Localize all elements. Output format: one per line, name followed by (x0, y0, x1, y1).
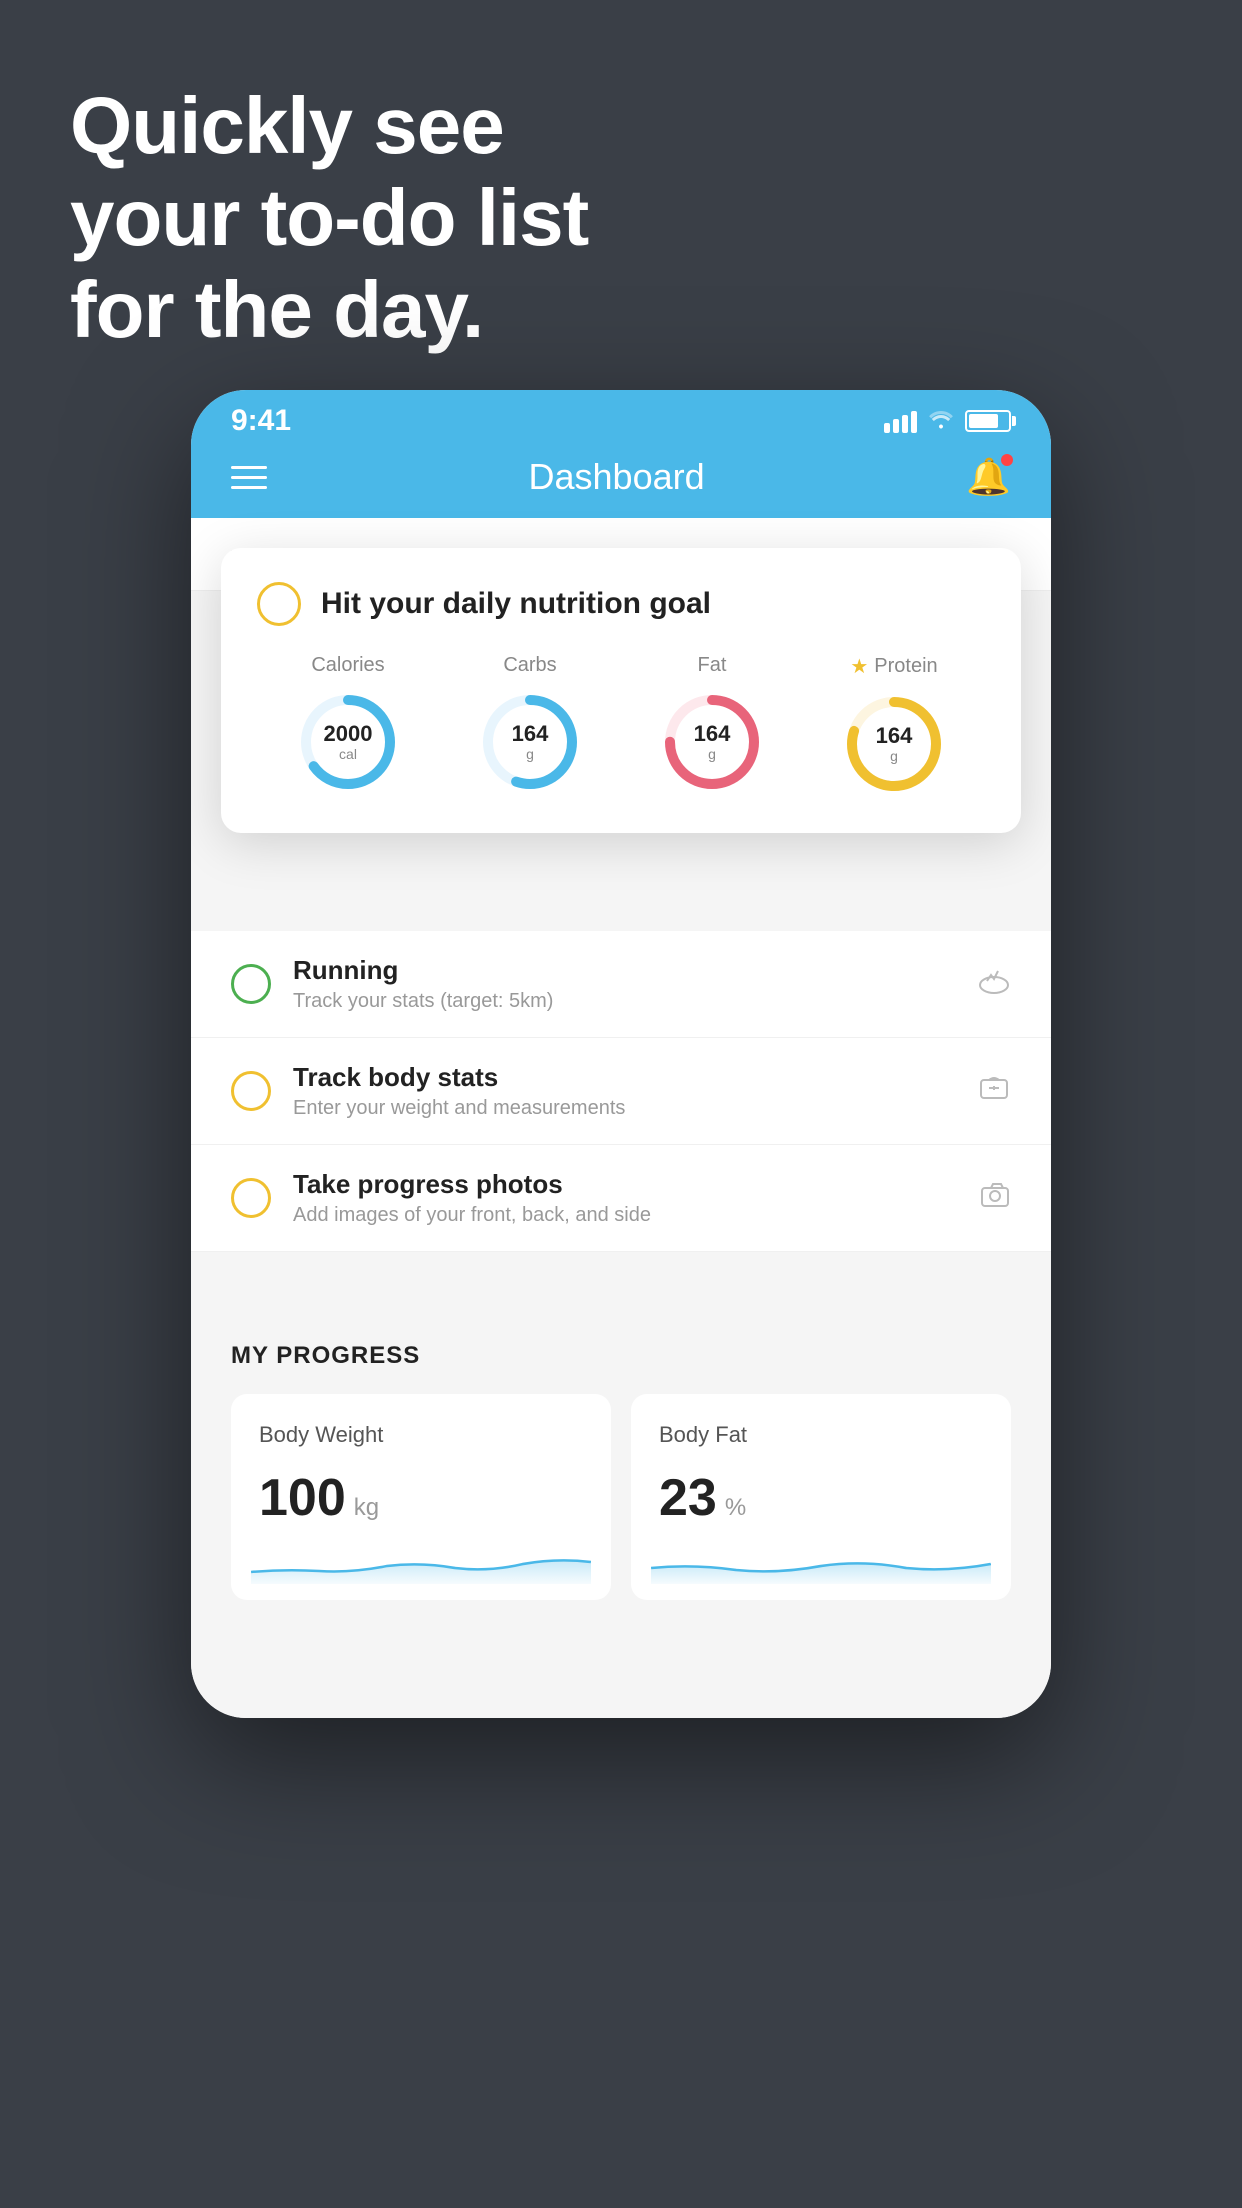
nutrition-checkbox[interactable] (257, 582, 301, 626)
body-fat-value: 23 % (659, 1468, 983, 1528)
protein-stat: ★ Protein 164 g (839, 654, 949, 799)
fat-label: Fat (698, 654, 727, 677)
todo-text-running: Running Track your stats (target: 5km) (293, 955, 955, 1013)
wifi-icon (927, 407, 955, 436)
status-bar: 9:41 (191, 390, 1051, 446)
protein-label: ★ Protein (850, 654, 937, 679)
body-weight-unit: kg (354, 1494, 379, 1522)
todo-text-track-body: Track body stats Enter your weight and m… (293, 1062, 955, 1120)
body-weight-number: 100 (259, 1468, 346, 1528)
progress-cards: Body Weight 100 kg (231, 1394, 1011, 1600)
body-fat-number: 23 (659, 1468, 717, 1528)
protein-donut: 164 g (839, 689, 949, 799)
todo-title-running: Running (293, 955, 955, 986)
todo-item-running[interactable]: Running Track your stats (target: 5km) (191, 931, 1051, 1038)
calories-label: Calories (311, 654, 384, 677)
todo-title-track-body: Track body stats (293, 1062, 955, 1093)
card-row-top: Hit your daily nutrition goal (257, 582, 985, 626)
calories-donut: 2000 cal (293, 687, 403, 797)
star-icon: ★ (850, 654, 868, 679)
app-content: THINGS TO DO TODAY Hit your daily nutrit… (191, 518, 1051, 1718)
body-weight-card[interactable]: Body Weight 100 kg (231, 1394, 611, 1600)
carbs-donut: 164 g (475, 687, 585, 797)
todo-circle-running (231, 964, 271, 1004)
carbs-label: Carbs (503, 654, 556, 677)
notification-dot (1001, 454, 1013, 466)
todo-subtitle-photos: Add images of your front, back, and side (293, 1204, 957, 1227)
app-header: Dashboard 🔔 (191, 446, 1051, 518)
body-weight-card-title: Body Weight (259, 1422, 583, 1448)
signal-icon (884, 409, 917, 433)
progress-section: MY PROGRESS Body Weight 100 kg (191, 1302, 1051, 1640)
fat-donut: 164 g (657, 687, 767, 797)
scale-icon (977, 1074, 1011, 1109)
hamburger-menu[interactable] (231, 466, 267, 489)
todo-circle-photos (231, 1178, 271, 1218)
hero-headline: Quickly see your to-do list for the day. (70, 80, 588, 356)
calories-stat: Calories 2000 cal (293, 654, 403, 797)
progress-section-title: MY PROGRESS (231, 1342, 1011, 1370)
fat-stat: Fat 164 g (657, 654, 767, 797)
battery-icon (965, 410, 1011, 432)
body-fat-card[interactable]: Body Fat 23 % (631, 1394, 1011, 1600)
nutrition-card[interactable]: Hit your daily nutrition goal Calories (221, 548, 1021, 833)
body-weight-value: 100 kg (259, 1468, 583, 1528)
photo-icon (979, 1181, 1011, 1216)
phone-frame: 9:41 (191, 390, 1051, 1718)
status-icons (884, 407, 1011, 436)
running-icon (977, 967, 1011, 1002)
todo-item-track-body[interactable]: Track body stats Enter your weight and m… (191, 1038, 1051, 1145)
todo-text-photos: Take progress photos Add images of your … (293, 1169, 957, 1227)
status-time: 9:41 (231, 404, 291, 438)
notification-bell[interactable]: 🔔 (966, 456, 1011, 498)
phone-mockup: 9:41 (171, 390, 1071, 2090)
body-fat-chart (651, 1544, 991, 1584)
header-title: Dashboard (529, 456, 705, 498)
carbs-stat: Carbs 164 g (475, 654, 585, 797)
body-fat-card-title: Body Fat (659, 1422, 983, 1448)
body-fat-unit: % (725, 1494, 746, 1522)
todo-circle-track-body (231, 1071, 271, 1111)
todo-item-photos[interactable]: Take progress photos Add images of your … (191, 1145, 1051, 1252)
nutrition-card-title: Hit your daily nutrition goal (321, 587, 711, 621)
todo-subtitle-running: Track your stats (target: 5km) (293, 990, 955, 1013)
body-weight-chart (251, 1544, 591, 1584)
todo-subtitle-track-body: Enter your weight and measurements (293, 1097, 955, 1120)
todo-list: Running Track your stats (target: 5km) (191, 931, 1051, 1252)
todo-title-photos: Take progress photos (293, 1169, 957, 1200)
nutrition-stats: Calories 2000 cal (257, 654, 985, 799)
